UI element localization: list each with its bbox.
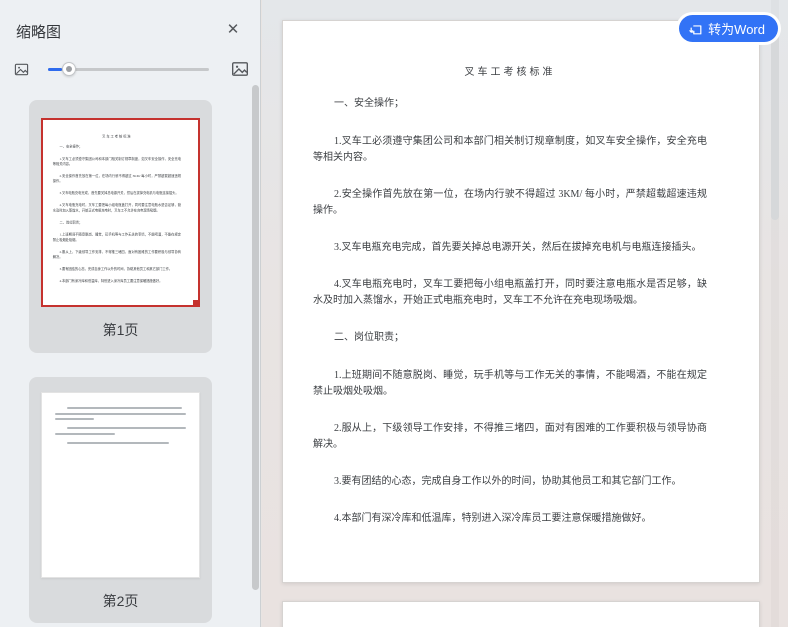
thumbnail-item-page-2[interactable]: 第2页: [29, 377, 212, 623]
doc-line: 4.本部门有深冷库和低温库，特别进入深冷库员工要注意保暖措施做好。: [334, 513, 652, 524]
doc-block-title: 叉车工考核标准: [313, 65, 707, 81]
zoom-in-image-icon[interactable]: [231, 60, 249, 78]
app-window: 缩略图 ✕ 叉车工考核标准 一、安全操作； 1.叉车工必须遵守集团公司和本部门相…: [0, 0, 788, 627]
zoom-out-image-icon[interactable]: [14, 62, 29, 77]
panel-title: 缩略图: [16, 24, 62, 41]
convert-to-word-button[interactable]: 转为Word: [679, 15, 778, 42]
doc-line: 二、岗位职责；: [59, 220, 83, 225]
doc-block-para: 3.叉车电瓶充电完成，首先要关掉总电源开关，然后在拔掉充电机与电瓶连接插头。: [53, 191, 181, 196]
doc-line: 2.安全操作首先放在第一位，在场内行驶不得超过 3KM/ 每小时，严禁超载超速违…: [334, 189, 707, 200]
doc-line: 禁止吸烟处吸烟。: [52, 238, 79, 242]
thumbnail-item-page-1[interactable]: 叉车工考核标准一、安全操作； 1.叉车工必须遵守集团公司和本部门相关制订规章制度，…: [29, 100, 212, 353]
viewer-scrollbar[interactable]: [771, 0, 779, 627]
doc-block-para: 4.本部门有深冷库和低温库，特别进入深冷库员工要注意保暖措施做好。: [53, 279, 181, 284]
document-page-1: 叉车工考核标准一、安全操作； 1.叉车工必须遵守集团公司和本部门相关制订规章制度，…: [282, 20, 760, 583]
doc-line: 禁止吸烟处吸烟。: [313, 386, 393, 397]
doc-line: 解决。: [52, 255, 63, 259]
doc-block-para: 3.要有团结的心态，完成自身工作以外的时间，协助其他员工和其它部门工作。: [53, 267, 181, 272]
doc-line: 4.本部门有深冷库和低温库，特别进入深冷库员工要注意保暖措施做好。: [59, 279, 163, 283]
doc-block-para: 3.要有团结的心态，完成自身工作以外的时间，协助其他员工和其它部门工作。: [313, 474, 707, 490]
doc-line: 1.上班期间不随意脱岗、睡觉，玩手机等与工作无关的事情，不能喝酒，不能在规定: [334, 370, 707, 381]
doc-block-heading: 二、岗位职责；: [53, 220, 181, 225]
thumbnail-page-1-clip: 叉车工考核标准一、安全操作； 1.叉车工必须遵守集团公司和本部门相关制订规章制度，…: [43, 120, 198, 305]
doc-block-para: 2.服从上，下级领导工作安排，不得推三堵四，面对有困难的工作要积极与领导协商解决…: [313, 421, 707, 453]
page-1-label: 第1页: [102, 322, 139, 338]
doc-block-para: 4.本部门有深冷库和低温库，特别进入深冷库员工要注意保暖措施做好。: [313, 511, 707, 527]
doc-line: 2.安全操作首先放在第一位，在场内行驶不得超过 3KM/ 每小时，严禁超载超速违…: [59, 174, 182, 178]
doc-line: 2.服从上，下级领导工作安排，不得推三堵四，面对有困难的工作要积极与领导协商: [334, 423, 707, 434]
thumbnail-selection-handle[interactable]: [193, 300, 200, 307]
doc-line: 等相关内容。: [313, 152, 373, 163]
doc-block-heading: 一、安全操作；: [313, 96, 707, 112]
thumbnail-text-line: [55, 412, 186, 415]
doc-line: 二、岗位职责；: [334, 332, 404, 343]
doc-block-para: 1.上班期间不随意脱岗、睡觉，玩手机等与工作无关的事情，不能喝酒，不能在规定 禁止…: [53, 232, 181, 242]
doc-block-para: 4.叉车电瓶充电时，叉车工要把每小组电瓶盖打开，同时要注意电瓶水是否足够，缺 水及…: [53, 203, 181, 213]
doc-line: 3.要有团结的心态，完成自身工作以外的时间，协助其他员工和其它部门工作。: [334, 476, 682, 487]
thumbnail-text-line: [66, 441, 169, 444]
doc-line: 1.叉车工必须遵守集团公司和本部门相关制订规章制度，如叉车安全操作，安全充电: [334, 136, 707, 147]
document-page-1-content: 叉车工考核标准一、安全操作； 1.叉车工必须遵守集团公司和本部门相关制订规章制度，…: [283, 21, 759, 527]
zoom-slider-track[interactable]: [48, 62, 209, 76]
thumbnail-page-1-content: 叉车工考核标准一、安全操作； 1.叉车工必须遵守集团公司和本部门相关制订规章制度，…: [43, 120, 198, 284]
doc-block-para: 3.叉车电瓶充电完成，首先要关掉总电源开关，然后在拔掉充电机与电瓶连接插头。: [313, 240, 707, 256]
thumbnail-text-line: [55, 432, 116, 435]
convert-to-word-icon: [689, 22, 703, 36]
panel-scrollbar[interactable]: [252, 0, 260, 627]
thumbnail-text-line-group: [55, 407, 186, 420]
doc-block-para: 4.叉车电瓶充电时，叉车工要把每小组电瓶盖打开，同时要注意电瓶水是否足够，缺水及…: [313, 277, 707, 309]
doc-block-heading: 二、岗位职责；: [313, 330, 707, 346]
zoom-slider-handle[interactable]: [61, 62, 76, 76]
doc-block-para: 1.上班期间不随意脱岗、睡觉，玩手机等与工作无关的事情，不能喝酒，不能在规定禁止…: [313, 368, 707, 400]
doc-block-para: 2.安全操作首先放在第一位，在场内行驶不得超过 3KM/ 每小时，严禁超载超速违…: [53, 174, 181, 184]
doc-line: 等相关内容。: [52, 162, 73, 167]
thumbnail-page-2-content: [42, 393, 199, 444]
doc-line: 2.服从上，下级领导工作安排，不得推三堵四，面对有困难的工作要积极与领导协商: [59, 250, 182, 254]
doc-block-para: 2.服从上，下级领导工作安排，不得推三堵四，面对有困难的工作要积极与领导协商 解决…: [53, 250, 181, 260]
doc-block-para: 1.叉车工必须遵守集团公司和本部门相关制订规章制度，如叉车安全操作，安全充电等相…: [313, 134, 707, 166]
doc-block-para: 1.叉车工必须遵守集团公司和本部门相关制订规章制度，如叉车安全操作，安全充电 等相…: [53, 157, 181, 167]
doc-block-para: 2.安全操作首先放在第一位，在场内行驶不得超过 3KM/ 每小时，严禁超载超速违…: [313, 187, 707, 219]
doc-line: 叉车工考核标准: [464, 67, 556, 78]
doc-block-title: 叉车工考核标准: [53, 134, 181, 139]
thumbnail-panel: 缩略图 ✕ 叉车工考核标准 一、安全操作； 1.叉车工必须遵守集团公司和本部门相…: [0, 0, 261, 627]
viewer-scrollbar-thumb[interactable]: [771, 22, 779, 220]
doc-line: 3.叉车电瓶充电完成，首先要关掉总电源开关，然后在拔掉充电机与电瓶连接插头。: [334, 242, 702, 253]
thumbnail-text-line: [66, 427, 186, 429]
thumbnail-page-2-preview[interactable]: [41, 392, 200, 578]
doc-line: 水及时加入蒸馏水，开始正式电瓶充电时，叉车工不允许在充电现场吸烟。: [52, 208, 160, 213]
doc-line: 叉车工考核标准: [102, 134, 132, 139]
thumbnail-text-line: [66, 407, 183, 409]
page-2-label: 第2页: [102, 593, 139, 609]
doc-line: 操作。: [313, 205, 343, 216]
doc-line: 一、安全操作；: [59, 144, 83, 149]
doc-line: 4.叉车电瓶充电时，叉车工要把每小组电瓶盖打开，同时要注意电瓶水是否足够，缺: [334, 279, 707, 290]
document-page-2: [282, 601, 760, 627]
doc-line: 3.要有团结的心态，完成自身工作以外的时间，协助其他员工和其它部门工作。: [59, 267, 173, 271]
thumbnail-text-line: [55, 418, 95, 420]
thumbnail-zoom-slider-row: [0, 60, 261, 80]
document-viewer: 叉车工考核标准一、安全操作； 1.叉车工必须遵守集团公司和本部门相关制订规章制度，…: [262, 0, 788, 627]
convert-to-word-label: 转为Word: [708, 22, 765, 37]
doc-line: 操作。: [52, 179, 63, 184]
zoom-slider-fill: [48, 68, 63, 71]
close-icon[interactable]: ✕: [225, 22, 241, 38]
doc-line: 3.叉车电瓶充电完成，首先要关掉总电源开关，然后在拔掉充电机与电瓶连接插头。: [59, 191, 179, 196]
thumbnail-text-line-group: [55, 441, 186, 444]
doc-line: 解决。: [313, 439, 343, 450]
thumbnail-text-line-group: [55, 427, 186, 435]
doc-line: 一、安全操作；: [334, 98, 404, 109]
doc-block-heading: 一、安全操作；: [53, 144, 181, 149]
panel-scrollbar-thumb[interactable]: [252, 85, 259, 590]
thumbnail-page-1-preview[interactable]: 叉车工考核标准一、安全操作； 1.叉车工必须遵守集团公司和本部门相关制订规章制度，…: [41, 118, 200, 307]
doc-line: 水及时加入蒸馏水，开始正式电瓶充电时，叉车工不允许在充电现场吸烟。: [313, 295, 643, 306]
